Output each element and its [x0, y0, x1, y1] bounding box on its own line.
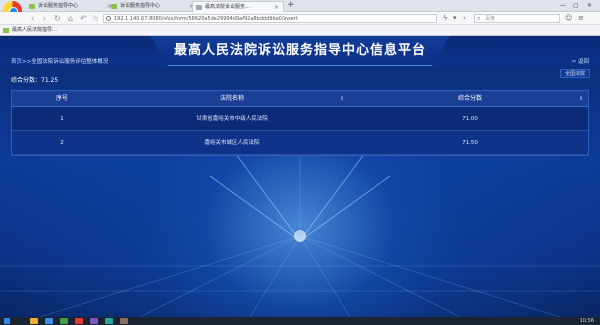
search-input[interactable]: ⌕ 百度	[474, 14, 560, 23]
browser-icon[interactable]	[60, 318, 68, 324]
search-placeholder: 百度	[485, 16, 496, 22]
star-icon[interactable]: ☆	[90, 13, 101, 24]
home-icon[interactable]: ⌂	[65, 13, 76, 24]
tab-2-label: 诉讼服务指导中心	[120, 3, 161, 9]
refresh-icon[interactable]: ↻	[52, 13, 63, 24]
app-icon[interactable]	[75, 318, 83, 324]
back-button[interactable]: ⇦ 返回	[572, 57, 589, 65]
dropdown-icon[interactable]: ▾	[453, 14, 457, 23]
app-icon[interactable]	[120, 318, 128, 324]
sort-icon[interactable]: ⇕	[340, 91, 344, 107]
page-content: 最高人民法院诉讼服务指导中心信息平台 首页>>全国法院诉讼服务评估整体概况 ⇦ …	[0, 36, 600, 317]
menu-icon[interactable]: ≡	[578, 14, 584, 23]
folder-icon[interactable]	[30, 318, 38, 324]
tab-3[interactable]: 最高法院诉讼服务… ×	[192, 1, 284, 12]
app-icon[interactable]	[90, 318, 98, 324]
cell-score: 71.50	[462, 140, 478, 146]
undo-icon[interactable]: ↶	[78, 13, 89, 24]
court-score-table: 序号 法院名称 ⇕ 综合分数 ⇕ 1 甘肃省嘉峪关市中级人民法院 71.00 2…	[11, 90, 589, 156]
breadcrumb: 首页>>全国法院诉讼服务评估整体概况	[11, 57, 108, 65]
page-favicon-icon	[29, 4, 35, 9]
page-favicon-icon	[196, 5, 202, 10]
bookmarks-bar: 最高人民法院指导…	[0, 25, 600, 36]
bookmark-item[interactable]: 最高人民法院指导…	[12, 25, 57, 36]
col-header-court-name[interactable]: 法院名称	[112, 91, 352, 107]
all-courts-button[interactable]: 全国法院	[559, 69, 590, 78]
url-text: 192.1.140.67:8080/sfzx/form/58620a5de299…	[114, 16, 298, 22]
page-title: 最高人民法院诉讼服务指导中心信息平台	[173, 43, 426, 58]
minimize-icon[interactable]: —	[560, 0, 566, 11]
table-header: 序号 法院名称 ⇕ 综合分数 ⇕	[12, 91, 588, 107]
chevron-icon[interactable]: ›	[463, 14, 466, 23]
background-decoration	[0, 136, 600, 317]
cell-score: 71.00	[462, 116, 478, 122]
browser-nav-bar: ‹ › ↻ ⌂ ↶ ☆ 192.1.140.67:8080/sfzx/form/…	[0, 12, 600, 25]
cell-index: 1	[60, 116, 64, 122]
tab-3-label: 最高法院诉讼服务…	[205, 4, 251, 10]
taskbar: 10:56	[0, 317, 600, 325]
clock[interactable]: 10:56	[580, 317, 594, 325]
address-bar[interactable]: 192.1.140.67:8080/sfzx/form/58620a5de299…	[103, 14, 437, 23]
lightning-icon[interactable]: ϟ	[443, 14, 448, 23]
overall-score: 综合分数：71.25	[11, 77, 59, 84]
search-icon: ⌕	[477, 15, 481, 22]
back-label: 返回	[577, 59, 589, 65]
close-tab-icon[interactable]: ×	[274, 2, 279, 12]
app-icon[interactable]	[105, 318, 113, 324]
tab-1[interactable]: 诉讼服务指导中心 ×	[26, 1, 116, 12]
forward-arrow-icon[interactable]: ›	[39, 13, 50, 24]
back-arrow-icon[interactable]: ‹	[27, 13, 38, 24]
tab-1-label: 诉讼服务指导中心	[38, 3, 79, 9]
breadcrumb-current: >>全国法院诉讼服务评估整体概况	[22, 59, 109, 65]
bookmark-favicon-icon	[3, 28, 9, 33]
cell-index: 2	[60, 140, 64, 146]
close-window-icon[interactable]: ✕	[587, 0, 592, 11]
start-icon[interactable]	[4, 318, 10, 324]
sort-icon[interactable]: ⇕	[579, 91, 583, 107]
cell-court-name[interactable]: 甘肃省嘉峪关市中级人民法院	[112, 107, 352, 131]
new-tab-icon[interactable]: +	[287, 0, 295, 11]
col-header-score[interactable]: 综合分数	[352, 91, 588, 107]
page-favicon-icon	[111, 4, 117, 9]
tab-2[interactable]: 诉讼服务指导中心 ×	[108, 1, 198, 12]
table-row[interactable]: 2 嘉峪关市城区人民法院 71.50	[12, 131, 588, 155]
breadcrumb-home-link[interactable]: 首页	[11, 59, 22, 65]
table-row[interactable]: 1 甘肃省嘉峪关市中级人民法院 71.00	[12, 107, 588, 131]
cell-court-name[interactable]: 嘉峪关市城区人民法院	[112, 131, 352, 155]
maximize-icon[interactable]: ▢	[573, 0, 579, 11]
ie-icon[interactable]	[45, 318, 53, 324]
col-header-index[interactable]: 序号	[12, 91, 112, 107]
browser-tab-bar: 诉讼服务指导中心 × 诉讼服务指导中心 × 最高法院诉讼服务… × + — ▢ …	[0, 0, 600, 20]
info-icon	[106, 16, 111, 21]
user-icon[interactable]: ☺	[565, 14, 572, 23]
